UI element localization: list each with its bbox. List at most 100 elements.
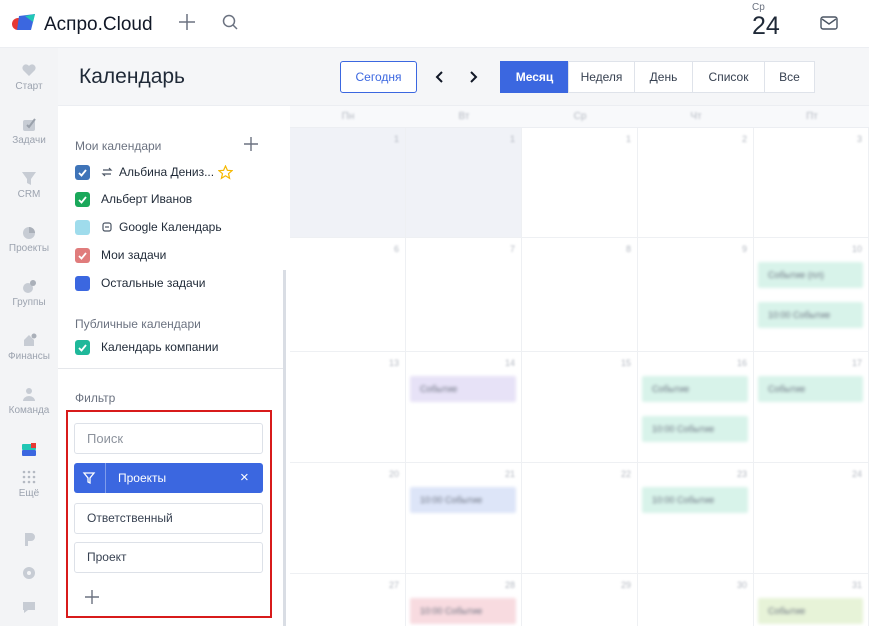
close-icon[interactable]: × <box>240 469 249 486</box>
calendar-item[interactable]: Альберт Иванов <box>75 190 192 208</box>
calendar-checkbox[interactable] <box>75 247 90 263</box>
rail-item-team[interactable]: Команда <box>0 385 58 416</box>
filter-responsible-field[interactable]: Ответственный <box>74 503 263 534</box>
day-cell[interactable]: 1 <box>522 128 638 238</box>
rail-label: CRM <box>17 189 41 200</box>
mail-icon[interactable] <box>818 12 840 34</box>
day-number: 7 <box>509 244 515 254</box>
day-cell[interactable]: 3 <box>754 128 869 238</box>
calendar-event[interactable]: Событие (пл) <box>758 262 863 288</box>
day-cell[interactable]: 13 <box>290 352 406 463</box>
calendar-label: Остальные задачи <box>101 276 206 290</box>
add-filter-icon[interactable] <box>84 589 100 605</box>
day-cell[interactable]: 7 <box>406 238 522 352</box>
calendar-item[interactable]: Мои задачи <box>75 246 166 264</box>
day-cell[interactable]: 27 <box>290 574 406 626</box>
rail-label: Команда <box>8 405 50 416</box>
filter-search-input[interactable]: Поиск <box>74 423 263 454</box>
day-cell[interactable]: 10 <box>754 238 869 352</box>
day-cell[interactable]: 17 <box>754 352 869 463</box>
calendar-event[interactable]: 10:00 Событие <box>410 598 516 624</box>
star-icon[interactable] <box>218 164 234 180</box>
day-cell[interactable]: 21 <box>406 463 522 574</box>
search-icon[interactable] <box>219 11 241 33</box>
calendar-checkbox[interactable] <box>75 339 90 355</box>
rail-item-groups[interactable]: Группы <box>0 277 58 308</box>
public-calendars-title: Публичные календари <box>75 317 201 331</box>
rail-item-help[interactable] <box>0 598 58 616</box>
chevron-left-icon[interactable] <box>430 65 450 89</box>
section-divider <box>58 368 284 369</box>
day-cell[interactable]: 23 <box>638 463 754 574</box>
calendar-event[interactable]: 10:00 Событие <box>758 302 863 328</box>
heart-icon <box>22 64 36 76</box>
calendar-item[interactable]: Календарь компании <box>75 338 218 356</box>
day-cell[interactable]: 24 <box>754 463 869 574</box>
calendar-event[interactable]: Событие <box>642 376 748 402</box>
rail-item-finance[interactable]: Финансы <box>0 331 58 362</box>
filter-project-field[interactable]: Проект <box>74 542 263 573</box>
rail-item-calendar[interactable] <box>0 441 58 459</box>
calendar-item[interactable]: Google Календарь <box>75 218 222 236</box>
day-cell[interactable]: 16 <box>638 352 754 463</box>
view-all-button[interactable]: Все <box>764 61 815 93</box>
day-cell[interactable]: 8 <box>522 238 638 352</box>
calendar-label: Google Календарь <box>119 220 222 234</box>
day-cell[interactable]: 2 <box>638 128 754 238</box>
view-month-button[interactable]: Месяц <box>500 61 569 93</box>
partner-icon <box>25 533 35 546</box>
day-cell[interactable]: 9 <box>638 238 754 352</box>
calendar-item[interactable]: Остальные задачи <box>75 274 205 292</box>
calendar-event[interactable]: Событие <box>758 598 863 624</box>
calendar-checkbox[interactable] <box>75 164 90 180</box>
add-calendar-icon[interactable] <box>243 136 259 152</box>
app-name[interactable]: Аспро.Cloud <box>44 14 153 36</box>
view-week-button[interactable]: Неделя <box>568 61 635 93</box>
calendar-event[interactable]: 10:00 Событие <box>642 487 748 513</box>
rail-item-partner[interactable] <box>0 530 58 548</box>
add-icon[interactable] <box>176 11 198 33</box>
calendar-event[interactable]: Событие <box>410 376 516 402</box>
view-day-button[interactable]: День <box>634 61 693 93</box>
my-calendars-title: Мои календари <box>75 139 162 153</box>
rail-item-more[interactable]: Ещё <box>0 468 58 499</box>
day-number: 23 <box>736 469 747 479</box>
day-number: 17 <box>851 358 862 368</box>
day-cell[interactable]: 22 <box>522 463 638 574</box>
rail-item-tasks[interactable]: Задачи <box>0 115 58 146</box>
rail-item-settings[interactable] <box>0 564 58 582</box>
calendar-event[interactable]: 10:00 Событие <box>642 416 748 442</box>
page-header: Календарь Сегодня Месяц Неделя День Спис… <box>58 48 869 106</box>
chip-separator <box>105 463 106 493</box>
day-cell[interactable]: 14 <box>406 352 522 463</box>
groups-icon <box>23 280 36 293</box>
calendar-item[interactable]: Альбина Дениз... <box>75 163 234 181</box>
weekday-header: Пн Вт Ср Чт Пт <box>290 106 869 128</box>
sidebar-scrollbar[interactable] <box>283 270 286 626</box>
calendar-checkbox[interactable] <box>75 219 90 235</box>
chevron-right-icon[interactable] <box>463 65 483 89</box>
day-cell[interactable]: 6 <box>290 238 406 352</box>
rail-item-start[interactable]: Старт <box>0 61 58 92</box>
calendar-event[interactable]: Событие <box>758 376 863 402</box>
day-cell[interactable]: 1 <box>290 128 406 238</box>
day-cell[interactable]: 30 <box>638 574 754 626</box>
day-number: 27 <box>388 580 399 590</box>
calendar-event[interactable]: 10:00 Событие <box>410 487 516 513</box>
day-cell[interactable]: 15 <box>522 352 638 463</box>
app-logo-icon[interactable] <box>11 12 37 32</box>
day-number: 10 <box>851 244 862 254</box>
day-number: 16 <box>736 358 747 368</box>
calendar-checkbox[interactable] <box>75 275 90 291</box>
rail-item-crm[interactable]: CRM <box>0 169 58 200</box>
day-cell[interactable]: 1 <box>406 128 522 238</box>
date-number[interactable]: 24 <box>752 12 780 41</box>
calendar-checkbox[interactable] <box>75 191 90 207</box>
rail-item-projects[interactable]: Проекты <box>0 223 58 254</box>
filter-chip-projects[interactable]: Проекты × <box>74 463 263 493</box>
day-cell[interactable]: 29 <box>522 574 638 626</box>
funnel-icon <box>22 172 36 185</box>
today-button[interactable]: Сегодня <box>340 61 417 93</box>
day-cell[interactable]: 20 <box>290 463 406 574</box>
view-list-button[interactable]: Список <box>692 61 765 93</box>
